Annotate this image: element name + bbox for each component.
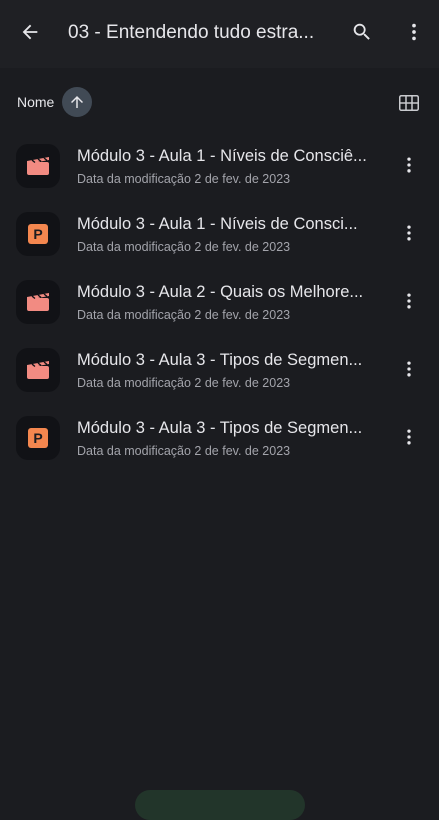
powerpoint-icon: P	[16, 212, 60, 256]
file-modified: Data da modificação 2 de fev. de 2023	[77, 444, 291, 458]
more-vert-icon[interactable]	[394, 422, 424, 452]
arrow-up-icon[interactable]	[62, 87, 92, 117]
app-bar: 03 - Entendendo tudo estra...	[0, 0, 439, 68]
list-item[interactable]: P Módulo 3 - Aula 3 - Tipos de Segmen...…	[0, 404, 439, 472]
list-item[interactable]: Módulo 3 - Aula 2 - Quais os Melhore... …	[0, 268, 439, 336]
more-vert-icon[interactable]	[398, 16, 430, 48]
file-name: Módulo 3 - Aula 1 - Níveis de Consciê...	[77, 147, 367, 165]
file-modified: Data da modificação 2 de fev. de 2023	[77, 240, 291, 254]
list-item[interactable]: Módulo 3 - Aula 3 - Tipos de Segmen... D…	[0, 336, 439, 404]
video-clapper-icon	[16, 144, 60, 188]
file-type-badge: P	[28, 428, 48, 448]
powerpoint-icon: P	[16, 416, 60, 460]
more-vert-icon[interactable]	[394, 150, 424, 180]
more-vert-icon[interactable]	[394, 218, 424, 248]
video-clapper-icon	[16, 348, 60, 392]
grid-view-icon[interactable]	[396, 90, 422, 116]
folder-title: 03 - Entendendo tudo estra...	[68, 22, 315, 43]
file-modified: Data da modificação 2 de fev. de 2023	[77, 308, 291, 322]
file-type-badge: P	[28, 224, 48, 244]
sort-bar: Nome	[0, 84, 439, 120]
file-name: Módulo 3 - Aula 2 - Quais os Melhore...	[77, 283, 364, 301]
file-list: Módulo 3 - Aula 1 - Níveis de Consciê...…	[0, 132, 439, 472]
video-clapper-icon	[16, 280, 60, 324]
file-name: Módulo 3 - Aula 1 - Níveis de Consci...	[77, 215, 358, 233]
list-item[interactable]: Módulo 3 - Aula 1 - Níveis de Consciê...…	[0, 132, 439, 200]
arrow-back-icon[interactable]	[14, 16, 46, 48]
search-icon[interactable]	[346, 16, 378, 48]
more-vert-icon[interactable]	[394, 354, 424, 384]
more-vert-icon[interactable]	[394, 286, 424, 316]
file-name: Módulo 3 - Aula 3 - Tipos de Segmen...	[77, 351, 363, 369]
file-modified: Data da modificação 2 de fev. de 2023	[77, 376, 291, 390]
floating-action-button[interactable]	[135, 790, 305, 820]
file-name: Módulo 3 - Aula 3 - Tipos de Segmen...	[77, 419, 363, 437]
sort-label[interactable]: Nome	[17, 94, 54, 110]
file-modified: Data da modificação 2 de fev. de 2023	[77, 172, 291, 186]
list-item[interactable]: P Módulo 3 - Aula 1 - Níveis de Consci..…	[0, 200, 439, 268]
